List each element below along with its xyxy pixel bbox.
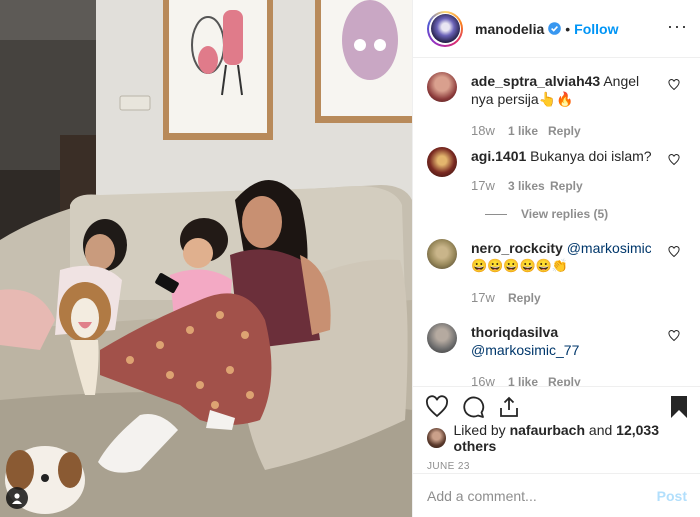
reply-button[interactable]: Reply (508, 289, 541, 307)
comment-time[interactable]: 16w (471, 373, 508, 386)
comment-item: agi.1401 Bukanya doi islam? 17w 3 likes … (427, 147, 686, 195)
comment-item: ade_sptra_alviah43 Angel nya persija👆🔥 1… (427, 72, 686, 138)
author-username[interactable]: manodelia (475, 21, 544, 37)
liked-by-row: Liked by nafaurbach and 12,033 others (413, 422, 700, 454)
comment-input[interactable] (427, 487, 657, 504)
comment-text: Bukanya doi islam? (530, 148, 652, 164)
comment-composer: Post (413, 473, 700, 517)
post-actions: Liked by nafaurbach and 12,033 others Ju… (413, 386, 700, 472)
post-comment-button[interactable]: Post (657, 488, 687, 504)
commenter-avatar[interactable] (427, 72, 457, 102)
comment-like-heart-icon[interactable] (668, 78, 680, 96)
comment-like-heart-icon[interactable] (668, 245, 680, 263)
bookmark-icon[interactable] (667, 395, 691, 419)
comment-likes[interactable]: 1 like (508, 373, 548, 386)
reply-button[interactable]: Reply (548, 122, 581, 140)
comment-mention[interactable]: @markosimic_77 (567, 240, 651, 256)
more-options-icon[interactable]: ··· (667, 17, 688, 35)
comment-mention[interactable]: @markosimic_77 (471, 342, 579, 358)
comment-like-heart-icon[interactable] (668, 153, 680, 171)
comment-username[interactable]: ade_sptra_alviah43 (471, 73, 600, 89)
user-tag-icon[interactable] (6, 487, 28, 509)
reply-button[interactable]: Reply (550, 177, 583, 195)
post-details-panel: manodelia • Follow ··· ade_sptra_alviah4… (412, 0, 700, 517)
verified-badge-icon (548, 22, 562, 35)
share-icon[interactable] (497, 395, 521, 419)
author-avatar[interactable] (427, 10, 463, 47)
comment-username[interactable]: agi.1401 (471, 148, 526, 164)
comment-time[interactable]: 17w (471, 289, 508, 307)
heart-icon[interactable] (425, 395, 449, 419)
comment-like-heart-icon[interactable] (668, 329, 680, 347)
replies-divider-line (485, 213, 507, 215)
action-icons-row (413, 387, 700, 427)
view-replies-label[interactable]: View replies (5) (521, 207, 608, 221)
comment-username[interactable]: thoriqdasilva (471, 324, 558, 340)
comment-time[interactable]: 18w (471, 122, 508, 140)
comment-item: thoriqdasilva @markosimic_77 16w 1 like … (427, 323, 686, 386)
comment-item: nero_rockcity @markosimic_77 😀😀😀😀😀👏 17w … (427, 239, 686, 307)
comment-icon[interactable] (461, 395, 485, 419)
comment-username[interactable]: nero_rockcity (471, 240, 563, 256)
commenter-avatar[interactable] (427, 323, 457, 353)
post-header: manodelia • Follow ··· (413, 0, 700, 58)
view-replies-button[interactable]: View replies (5) (485, 207, 686, 221)
post-photo[interactable] (0, 0, 412, 517)
comments-list[interactable]: ade_sptra_alviah43 Angel nya persija👆🔥 1… (413, 58, 700, 386)
comment-time[interactable]: 17w (471, 177, 508, 195)
comment-likes[interactable]: 1 like (508, 122, 548, 140)
post-image (0, 0, 412, 517)
liker-avatar[interactable] (427, 428, 446, 448)
commenter-avatar[interactable] (427, 147, 457, 177)
commenter-avatar[interactable] (427, 239, 457, 269)
separator-dot: • (565, 20, 571, 37)
follow-button[interactable]: Follow (574, 21, 618, 37)
comment-likes[interactable]: 3 likes (508, 177, 550, 195)
comment-emoji: 😀😀😀😀😀👏 (471, 258, 569, 273)
reply-button[interactable]: Reply (548, 373, 581, 386)
